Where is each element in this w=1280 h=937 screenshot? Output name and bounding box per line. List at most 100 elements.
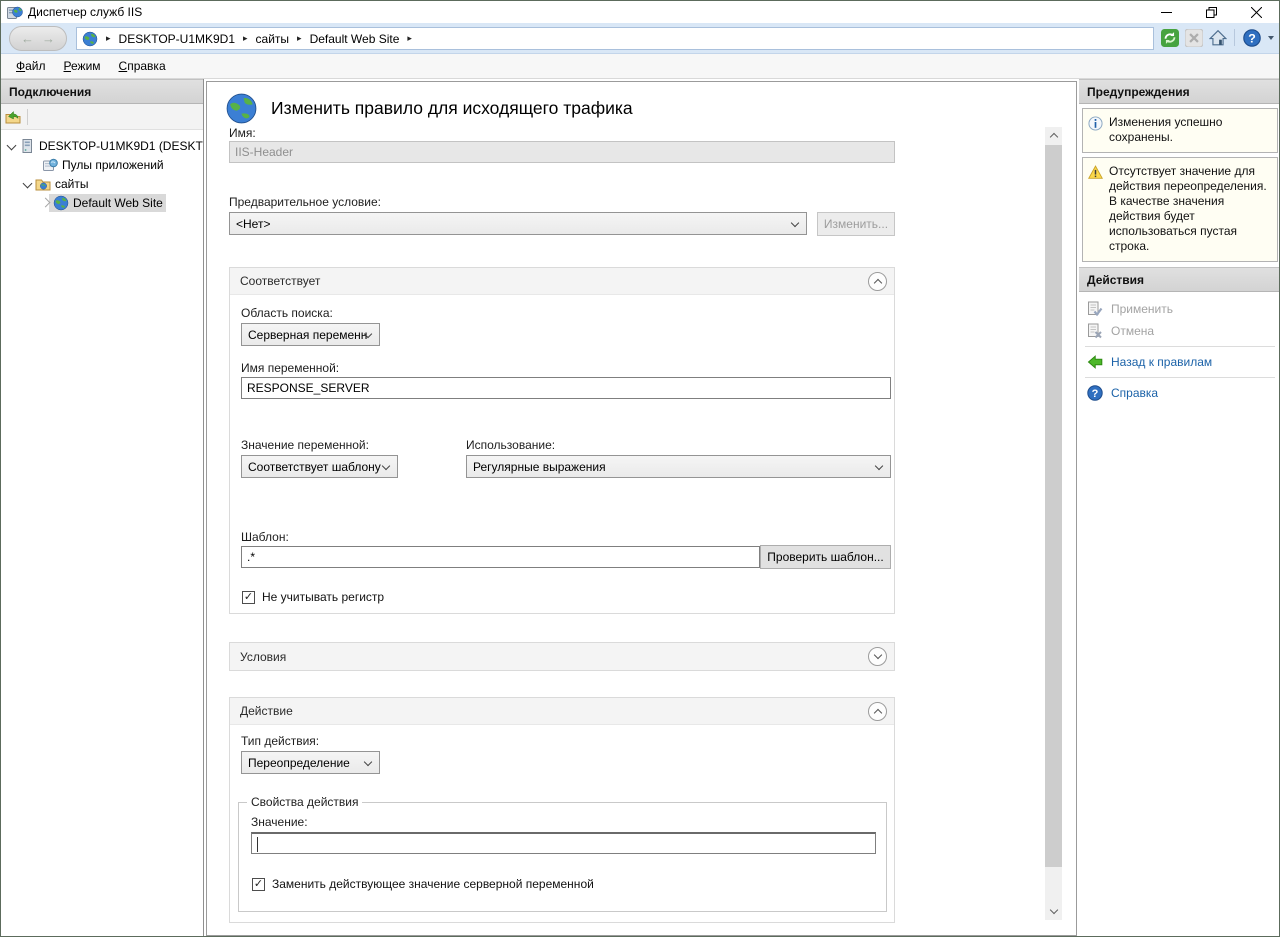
action-section-header[interactable]: Действие [230,698,894,725]
selected-tree-item[interactable]: Default Web Site [49,194,166,212]
tree-item-sites[interactable]: сайты [1,174,203,193]
precondition-select[interactable]: <Нет> [229,212,807,235]
variable-value-select[interactable]: Соответствует шаблону [241,455,398,478]
info-alert-text: Изменения успешно сохранены. [1109,115,1273,145]
chevron-up-icon [1049,133,1057,141]
navigation-buttons: ← → [9,26,67,51]
scope-select[interactable]: Серверная переменн [241,323,380,346]
connections-toolbar [1,104,203,130]
actions-list: Применить Отмена Назад к правилам [1079,292,1280,404]
breadcrumb-site[interactable]: Default Web Site [310,32,400,46]
help-dropdown-icon[interactable] [1268,36,1274,40]
app-pools-icon [42,157,58,173]
help-label[interactable]: Справка [1111,386,1158,400]
page-title: Изменить правило для исходящего трафика [271,98,633,119]
pattern-input[interactable] [241,546,760,568]
value-input[interactable] [251,832,876,854]
chevron-down-icon [873,651,881,659]
replace-value-checkbox[interactable]: ✓ Заменить действующее значение серверно… [252,877,594,891]
title-bar: Диспетчер служб IIS [1,1,1279,23]
name-input [229,141,895,163]
tree-item-default-web-site[interactable]: Default Web Site [1,193,203,212]
conditions-section: Условия [229,642,895,671]
close-button[interactable] [1234,1,1279,23]
breadcrumb-sites[interactable]: сайты [256,32,290,46]
apply-label: Применить [1111,302,1173,316]
ignore-case-checkbox[interactable]: ✓ Не учитывать регистр [242,590,384,604]
menu-bar: Файл Режим Справка [1,54,1279,79]
scrollbar-thumb[interactable] [1045,145,1062,867]
back-icon[interactable]: ← [21,32,34,45]
test-pattern-button[interactable]: Проверить шаблон... [760,545,891,569]
back-to-rules-action[interactable]: Назад к правилам [1079,351,1280,373]
collapse-section-button[interactable] [868,272,887,291]
tree-item-app-pools[interactable]: Пулы приложений [1,155,203,174]
chevron-down-icon [791,219,799,227]
help-icon[interactable]: ? [1242,28,1261,47]
help-action[interactable]: ? Справка [1079,382,1280,404]
feature-globe-icon [225,92,258,125]
checkbox-checked-icon[interactable]: ✓ [242,591,255,604]
conditions-section-header[interactable]: Условия [230,643,894,670]
checkbox-checked-icon[interactable]: ✓ [252,878,265,891]
action-section: Действие Тип действия: Переопределение С… [229,697,895,923]
warning-icon [1088,165,1103,180]
chevron-down-icon [1049,906,1057,914]
apply-icon [1087,301,1103,317]
refresh-icon[interactable] [1160,28,1179,47]
using-value: Регулярные выражения [473,460,606,474]
breadcrumb-separator-icon: ▸ [243,33,248,44]
edit-outbound-rule-panel: Изменить правило для исходящего трафика … [206,81,1077,936]
collapse-section-button[interactable] [868,702,887,721]
server-icon [19,138,35,154]
edit-precondition-button: Изменить... [817,212,895,236]
action-properties-group: Свойства действия Значение: ✓ Заменить д… [238,802,887,912]
tree-item-label: Пулы приложений [62,158,164,172]
restore-button[interactable] [1189,1,1234,23]
menu-file[interactable]: Файл [7,55,55,77]
using-select[interactable]: Регулярные выражения [466,455,891,478]
connections-header: Подключения [1,79,203,104]
match-section-header[interactable]: Соответствует [230,268,894,295]
tree-item-server[interactable]: DESKTOP-U1MK9D1 (DESKTOP [1,136,203,155]
home-icon[interactable] [1208,28,1227,47]
breadcrumb-server[interactable]: DESKTOP-U1MK9D1 [119,32,235,46]
variable-value-label: Значение переменной: [241,438,369,452]
scroll-up-button[interactable] [1045,127,1062,144]
replace-value-label: Заменить действующее значение серверной … [272,877,594,891]
precondition-label: Предварительное условие: [229,195,381,209]
back-to-rules-label[interactable]: Назад к правилам [1111,355,1212,369]
match-section-title: Соответствует [240,274,320,288]
chevron-down-icon [875,462,883,470]
action-type-value: Переопределение [248,756,350,770]
breadcrumb-separator-icon: ▸ [297,33,302,44]
chevron-expanded-icon[interactable] [7,141,17,151]
scroll-down-button[interactable] [1045,903,1062,920]
create-connection-icon[interactable] [5,109,21,125]
iis-manager-window: Диспетчер служб IIS ← → ▸ DESKTOP-U1MK9D… [0,0,1280,937]
precondition-value: <Нет> [236,217,270,231]
connections-panel: Подключения DESKTOP-U1MK9D1 (DESKTOP [1,79,204,936]
right-panel: Предупреждения Изменения успешно сохране… [1079,79,1280,936]
window-title: Диспетчер служб IIS [28,5,142,19]
tree-item-label: DESKTOP-U1MK9D1 (DESKTOP [39,139,203,153]
variable-value-value: Соответствует шаблону [248,460,381,474]
action-type-select[interactable]: Переопределение [241,751,380,774]
text-caret [257,837,258,852]
forward-icon[interactable]: → [42,32,55,45]
app-icon [7,4,23,20]
menu-help[interactable]: Справка [110,55,175,77]
variable-name-input[interactable] [241,377,891,399]
back-arrow-icon [1087,354,1103,370]
expand-section-button[interactable] [868,647,887,666]
minimize-button[interactable] [1144,1,1189,23]
warning-alert: Отсутствует значение для действия переоп… [1082,157,1278,262]
actions-separator [1085,377,1275,378]
vertical-scrollbar[interactable] [1045,127,1062,920]
menu-view[interactable]: Режим [55,55,110,77]
chevron-expanded-icon[interactable] [23,179,33,189]
action-section-title: Действие [240,704,293,718]
sites-folder-icon [35,176,51,192]
warning-alert-text: Отсутствует значение для действия переоп… [1109,164,1273,254]
breadcrumb: ▸ DESKTOP-U1MK9D1 ▸ сайты ▸ Default Web … [76,27,1154,50]
